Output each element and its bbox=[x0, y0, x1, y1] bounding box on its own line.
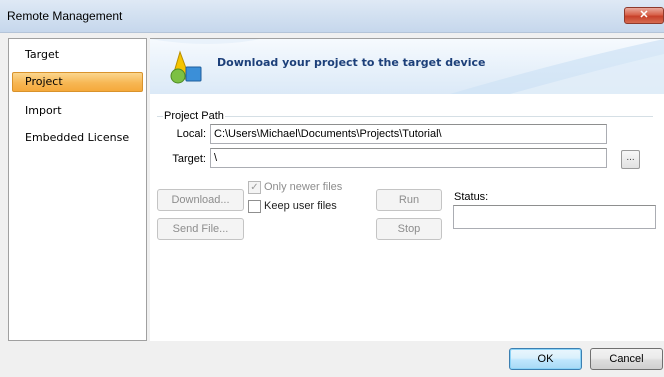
send-file-button-label: Send File... bbox=[172, 223, 229, 235]
run-button[interactable]: Run bbox=[376, 189, 442, 211]
window-title: Remote Management bbox=[7, 9, 123, 23]
sidebar-item-label: Import bbox=[25, 104, 62, 117]
close-icon: ✕ bbox=[639, 9, 649, 21]
banner-title: Download your project to the target devi… bbox=[217, 56, 486, 69]
local-label: Local: bbox=[176, 128, 206, 140]
download-button-label: Download... bbox=[171, 194, 230, 206]
run-button-label: Run bbox=[398, 194, 420, 206]
sidebar-nav: Target Project Import Embedded License bbox=[8, 38, 147, 341]
sidebar-item-import[interactable]: Import bbox=[12, 101, 143, 121]
browse-ellipsis-icon: ... bbox=[626, 152, 635, 163]
status-label: Status: bbox=[454, 191, 489, 203]
checkmark-icon: ✓ bbox=[248, 181, 261, 194]
ok-button[interactable]: OK bbox=[509, 348, 582, 370]
sidebar-item-label: Embedded License bbox=[25, 131, 130, 144]
sidebar-item-target[interactable]: Target bbox=[12, 45, 143, 65]
target-label: Target: bbox=[172, 153, 206, 165]
stop-button[interactable]: Stop bbox=[376, 218, 442, 240]
cancel-button-label: Cancel bbox=[609, 353, 644, 365]
sidebar-item-label: Project bbox=[25, 75, 63, 88]
target-path-input[interactable]: \ bbox=[210, 148, 607, 168]
download-button[interactable]: Download... bbox=[157, 189, 244, 211]
status-field bbox=[453, 205, 656, 229]
sidebar-item-project[interactable]: Project bbox=[12, 72, 143, 92]
empty-checkbox-icon bbox=[248, 200, 261, 213]
sidebar-item-embedded-license[interactable]: Embedded License bbox=[12, 128, 143, 148]
shapes-icon bbox=[170, 50, 202, 84]
cancel-button[interactable]: Cancel bbox=[590, 348, 663, 370]
keep-user-files-label: Keep user files bbox=[264, 200, 337, 212]
header-banner: Download your project to the target devi… bbox=[150, 39, 664, 94]
project-path-label: Project Path bbox=[163, 110, 225, 122]
ok-button-label: OK bbox=[537, 353, 554, 365]
browse-button[interactable]: ... bbox=[621, 150, 640, 169]
remote-management-window: Remote Management ✕ Target Project Impor… bbox=[0, 0, 664, 377]
only-newer-files-checkbox[interactable]: ✓ Only newer files bbox=[248, 181, 358, 195]
stop-button-label: Stop bbox=[397, 223, 421, 235]
sidebar-item-label: Target bbox=[25, 48, 60, 61]
close-button[interactable]: ✕ bbox=[624, 7, 664, 24]
title-bar: Remote Management ✕ bbox=[0, 0, 664, 33]
only-newer-files-label: Only newer files bbox=[264, 181, 343, 193]
local-path-input[interactable]: C:\Users\Michael\Documents\Projects\Tuto… bbox=[210, 124, 607, 144]
keep-user-files-checkbox[interactable]: Keep user files bbox=[248, 200, 358, 214]
send-file-button[interactable]: Send File... bbox=[157, 218, 244, 240]
